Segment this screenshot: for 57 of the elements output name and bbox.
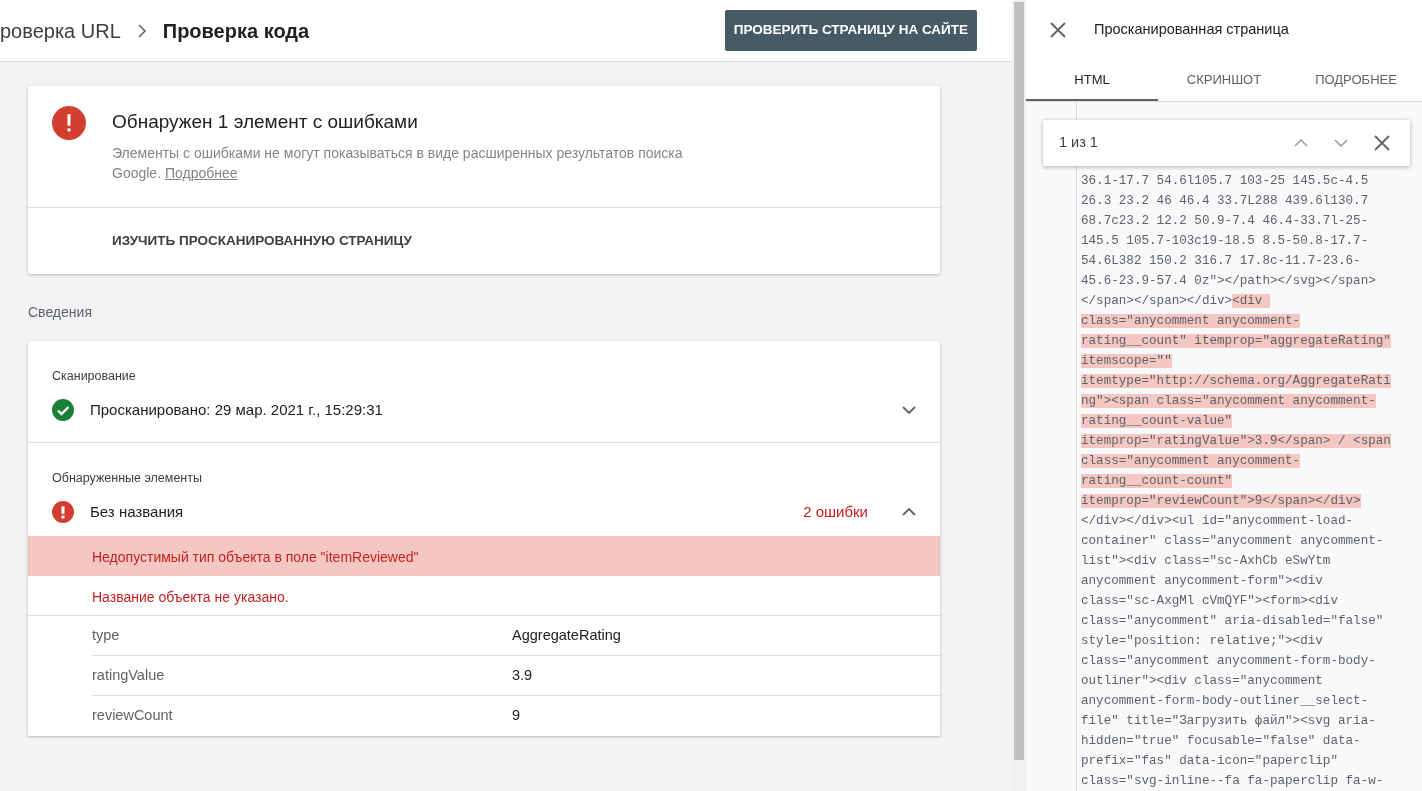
close-icon bbox=[1050, 22, 1066, 38]
code-line: anycomment-form-body-outliner__select- bbox=[1081, 693, 1370, 710]
test-live-button[interactable]: ПРОВЕРИТЬ СТРАНИЦУ НА САЙТЕ bbox=[724, 10, 977, 51]
code-line: list"><div class="sc-AxhCb eSwYtm bbox=[1081, 553, 1332, 570]
error-icon bbox=[52, 501, 74, 523]
match-count: 1 из 1 bbox=[1059, 133, 1099, 153]
chevron-right-icon bbox=[136, 23, 147, 38]
code-line: outliner"><div class="anycomment bbox=[1081, 673, 1324, 690]
inspect-page-button[interactable]: ИЗУЧИТЬ ПРОСКАНИРОВАННУЮ СТРАНИЦУ bbox=[28, 207, 496, 274]
code-line: 68.7c23.2 12.2 50.9-7.4 46.4-33.7l-25- bbox=[1081, 213, 1370, 230]
error-message[interactable]: Недопустимый тип объекта в поле "itemReviewed" bbox=[28, 536, 940, 577]
tab[interactable]: СКРИНШОТ bbox=[1158, 60, 1290, 101]
code-line: 145.5 105.7-103c19-18.5 8.5-50.8-17.7- bbox=[1081, 233, 1370, 250]
property-value: 9 bbox=[512, 706, 521, 726]
code-line: anycomment anycomment-form"><div bbox=[1081, 573, 1324, 590]
code-line: </span></span></div><div bbox=[1081, 291, 1422, 311]
error-count: 2 ошибки bbox=[803, 501, 868, 522]
section-label: Сканирование bbox=[51, 367, 137, 385]
property-name: type bbox=[92, 625, 121, 645]
item-title: Просканировано: 29 мар. 2021 г., 15:29:31 bbox=[90, 399, 384, 420]
code-line: file" title="Загрузить файл"><svg aria- bbox=[1081, 713, 1377, 730]
code-line: 45.6-23.9-57.4 0z"></path></svg></span> bbox=[1081, 273, 1377, 290]
section-heading: Сведения bbox=[28, 302, 93, 322]
check-circle-icon bbox=[52, 398, 74, 421]
property-value: AggregateRating bbox=[512, 625, 621, 645]
scrollbar-thumb[interactable] bbox=[1014, 2, 1024, 760]
summary-title: Обнаружен 1 элемент с ошибками bbox=[112, 110, 419, 134]
breadcrumb: Проверка кода bbox=[162, 18, 310, 44]
code-line: prefix="fas" data-icon="paperclip" bbox=[1081, 753, 1339, 770]
code-line: 54.6L382 150.2 316.7 17.8c-11.7-23.6- bbox=[1081, 253, 1362, 270]
panel-title: Просканированная страница bbox=[1094, 20, 1289, 40]
error-message[interactable]: Название объекта не указано. bbox=[28, 576, 940, 617]
property-name: reviewCount bbox=[92, 706, 174, 726]
code-line: class="anycomment anycomment-form-body- bbox=[1081, 653, 1377, 670]
learn-more-link[interactable]: Подробнее bbox=[164, 164, 238, 181]
breadcrumb[interactable]: роверка URL bbox=[0, 15, 121, 46]
chevron-up-icon bbox=[1294, 139, 1308, 147]
chevron-down-icon bbox=[1334, 139, 1348, 147]
code-line: hidden="true" focusable="false" data- bbox=[1081, 733, 1362, 750]
summary-description: Элементы с ошибками не могут показываться в виде расширенных результатов поиска Google. Подробнее bbox=[112, 143, 684, 183]
chevron-up-icon[interactable] bbox=[902, 508, 916, 516]
property-value: 3.9 bbox=[512, 665, 533, 685]
code-line: container" class="anycomment anycomment- bbox=[1081, 533, 1385, 550]
code-line: 26.3 23.2 46 46.4 33.7L288 439.6l130.7 bbox=[1081, 193, 1370, 210]
section-label: Обнаруженные элементы bbox=[51, 470, 203, 487]
code-line: 36.1-17.7 54.6l105.7 103-25 145.5c-4.5 bbox=[1081, 173, 1370, 190]
chevron-down-icon[interactable] bbox=[902, 405, 916, 414]
code-line: style="position: relative;"><div bbox=[1081, 633, 1324, 650]
code-line: class="anycomment" aria-disabled="false" bbox=[1081, 613, 1385, 630]
code-line: class="sc-AxgMl cVmQYF"><form><div bbox=[1081, 593, 1339, 610]
error-icon bbox=[52, 106, 86, 140]
close-icon bbox=[1374, 135, 1390, 151]
code-line: </div></div><ul id="anycomment-load- bbox=[1081, 513, 1355, 530]
item-title: Без названия bbox=[90, 501, 185, 522]
code-line: class="svg-inline--fa fa-paperclip fa-w- bbox=[1081, 773, 1385, 790]
tab[interactable]: ПОДРОБНЕЕ bbox=[1290, 60, 1422, 101]
property-name: ratingValue bbox=[92, 665, 166, 685]
